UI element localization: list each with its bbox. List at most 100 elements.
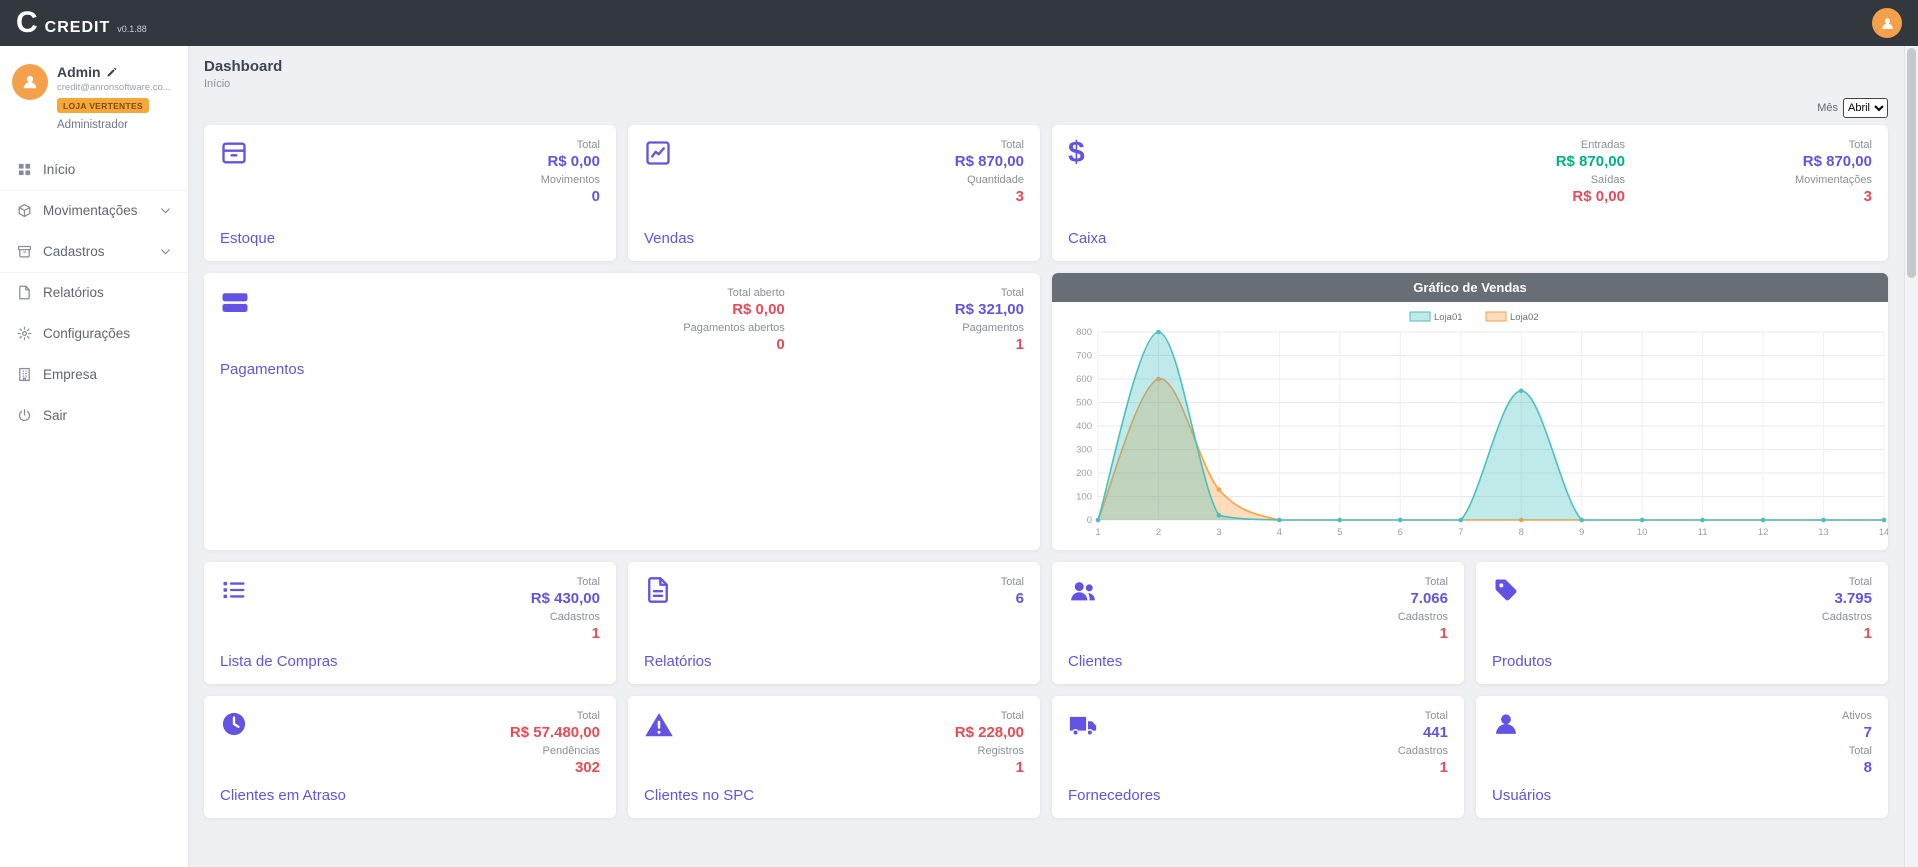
logo-letter: C	[16, 1, 38, 45]
user-name: Admin	[57, 64, 101, 80]
stat-value: 7	[1842, 724, 1872, 743]
card-relatorios: Total 6 Relatórios	[628, 562, 1040, 684]
tag-icon	[1492, 576, 1520, 604]
card-title-estoque[interactable]: Estoque	[220, 230, 275, 247]
svg-text:800: 800	[1076, 327, 1092, 338]
card-title-clientes-em-atraso[interactable]: Clientes em Atraso	[220, 787, 346, 804]
card-title-clientes-no-spc[interactable]: Clientes no SPC	[644, 787, 754, 804]
person-icon	[1879, 15, 1896, 32]
card-clientes-no-spc: Total R$ 228,00 Registros 1 Clientes no …	[628, 696, 1040, 818]
stat-label: Total	[1001, 576, 1024, 588]
svg-text:2: 2	[1156, 527, 1161, 538]
stat-label: Total	[510, 710, 600, 722]
app-version: v0.1.88	[117, 24, 147, 34]
svg-text:8: 8	[1519, 527, 1524, 538]
card-caixa: $ Entradas R$ 870,00 Saídas R$ 0,00 Tota…	[1052, 125, 1888, 261]
stat-value: R$ 870,00	[955, 153, 1024, 172]
card-title-fornecedores[interactable]: Fornecedores	[1068, 787, 1161, 804]
stat-label: Registros	[955, 745, 1024, 757]
stat-label: Entradas	[1556, 139, 1625, 151]
card-estoque: Total R$ 0,00 Movimentos 0 Estoque	[204, 125, 616, 261]
stat-label: Total	[1795, 139, 1872, 151]
profile-info: Admin credit@anronsoftware.co... LOJA VE…	[57, 64, 171, 131]
card-vendas: Total R$ 870,00 Quantidade 3 Vendas	[628, 125, 1040, 261]
cards-icon	[220, 287, 250, 317]
stat-value: 8	[1842, 759, 1872, 778]
stat-value: 6	[1001, 590, 1024, 609]
truck-icon	[1068, 710, 1098, 740]
card-produtos: Total 3.795 Cadastros 1 Produtos	[1476, 562, 1888, 684]
scrollbar-thumb[interactable]	[1907, 48, 1916, 278]
stat-label: Total	[531, 576, 600, 588]
stat-value: R$ 0,00	[541, 153, 600, 172]
svg-text:14: 14	[1879, 527, 1888, 538]
scrollbar[interactable]	[1904, 46, 1918, 867]
sidebar-item-movimentacoes[interactable]: Movimentações	[0, 190, 188, 231]
sidebar-item-label: Relatórios	[43, 285, 104, 300]
card-title-relatorios[interactable]: Relatórios	[644, 653, 712, 670]
card-title-clientes[interactable]: Clientes	[1068, 653, 1122, 670]
stat-label: Movimentações	[1795, 174, 1872, 186]
stat-value: 0	[541, 188, 600, 207]
archive-icon	[16, 244, 32, 259]
sidebar-item-relatorios[interactable]: Relatórios	[0, 272, 188, 313]
chevron-down-icon	[159, 204, 172, 217]
grid-icon	[16, 162, 32, 177]
svg-text:500: 500	[1076, 398, 1092, 409]
stat-value: R$ 870,00	[1556, 153, 1625, 172]
card-usuarios: Ativos 7 Total 8 Usuários	[1476, 696, 1888, 818]
month-select[interactable]: Abril	[1843, 98, 1888, 118]
store-badge: LOJA VERTENTES	[57, 98, 149, 113]
month-label: Mês	[1817, 102, 1838, 114]
card-title-pagamentos[interactable]: Pagamentos	[220, 361, 304, 378]
svg-text:3: 3	[1216, 527, 1221, 538]
top-navbar: C CREDIT v0.1.88	[0, 0, 1918, 46]
stat-value: R$ 321,00	[955, 301, 1024, 320]
user-avatar[interactable]	[12, 64, 48, 100]
svg-text:6: 6	[1398, 527, 1403, 538]
sidebar-item-cadastros[interactable]: Cadastros	[0, 231, 188, 272]
stat-label: Total	[541, 139, 600, 151]
building-icon	[16, 367, 32, 382]
svg-text:1: 1	[1095, 527, 1100, 538]
page-title: Dashboard	[204, 58, 1888, 75]
card-title-usuarios[interactable]: Usuários	[1492, 787, 1551, 804]
sidebar-item-configuracoes[interactable]: Configurações	[0, 313, 188, 354]
sidebar-item-sair[interactable]: Sair	[0, 395, 188, 436]
sidebar-item-empresa[interactable]: Empresa	[0, 354, 188, 395]
stat-label: Movimentos	[541, 174, 600, 186]
svg-text:10: 10	[1637, 527, 1648, 538]
box-icon	[220, 139, 248, 167]
power-icon	[16, 408, 32, 423]
card-title-vendas[interactable]: Vendas	[644, 230, 694, 247]
stat-label: Pagamentos	[955, 322, 1024, 334]
stat-label: Pagamentos abertos	[683, 322, 785, 334]
stat-label: Cadastros	[1398, 611, 1448, 623]
card-title-lista-de-compras[interactable]: Lista de Compras	[220, 653, 338, 670]
stat-value: 1	[1822, 625, 1872, 644]
user-avatar-button[interactable]	[1872, 8, 1902, 38]
stat-value: R$ 228,00	[955, 724, 1024, 743]
stat-value: R$ 0,00	[683, 301, 785, 320]
chart-title: Gráfico de Vendas	[1052, 273, 1888, 302]
file-icon	[644, 576, 672, 604]
card-pagamentos: Total aberto R$ 0,00 Pagamentos abertos …	[204, 273, 1040, 550]
stat-value: 302	[510, 759, 600, 778]
user-role: Administrador	[57, 119, 171, 131]
svg-text:100: 100	[1076, 492, 1092, 503]
cards-grid: Total R$ 0,00 Movimentos 0 Estoque Total…	[204, 125, 1888, 818]
users-icon	[1068, 576, 1098, 606]
card-title-caixa[interactable]: Caixa	[1068, 230, 1106, 247]
svg-text:7: 7	[1458, 527, 1463, 538]
file-icon	[16, 285, 32, 300]
card-title-produtos[interactable]: Produtos	[1492, 653, 1552, 670]
sidebar-item-inicio[interactable]: Início	[0, 149, 188, 190]
sidebar-item-label: Empresa	[43, 367, 97, 382]
card-lista-de-compras: Total R$ 430,00 Cadastros 1 Lista de Com…	[204, 562, 616, 684]
edit-profile-icon[interactable]	[106, 67, 117, 78]
app-logo[interactable]: C CREDIT v0.1.88	[16, 1, 147, 45]
card-clientes-em-atraso: Total R$ 57.480,00 Pendências 302 Client…	[204, 696, 616, 818]
stat-label: Total	[1842, 745, 1872, 757]
svg-text:12: 12	[1758, 527, 1769, 538]
app-name: CREDIT	[45, 19, 111, 37]
